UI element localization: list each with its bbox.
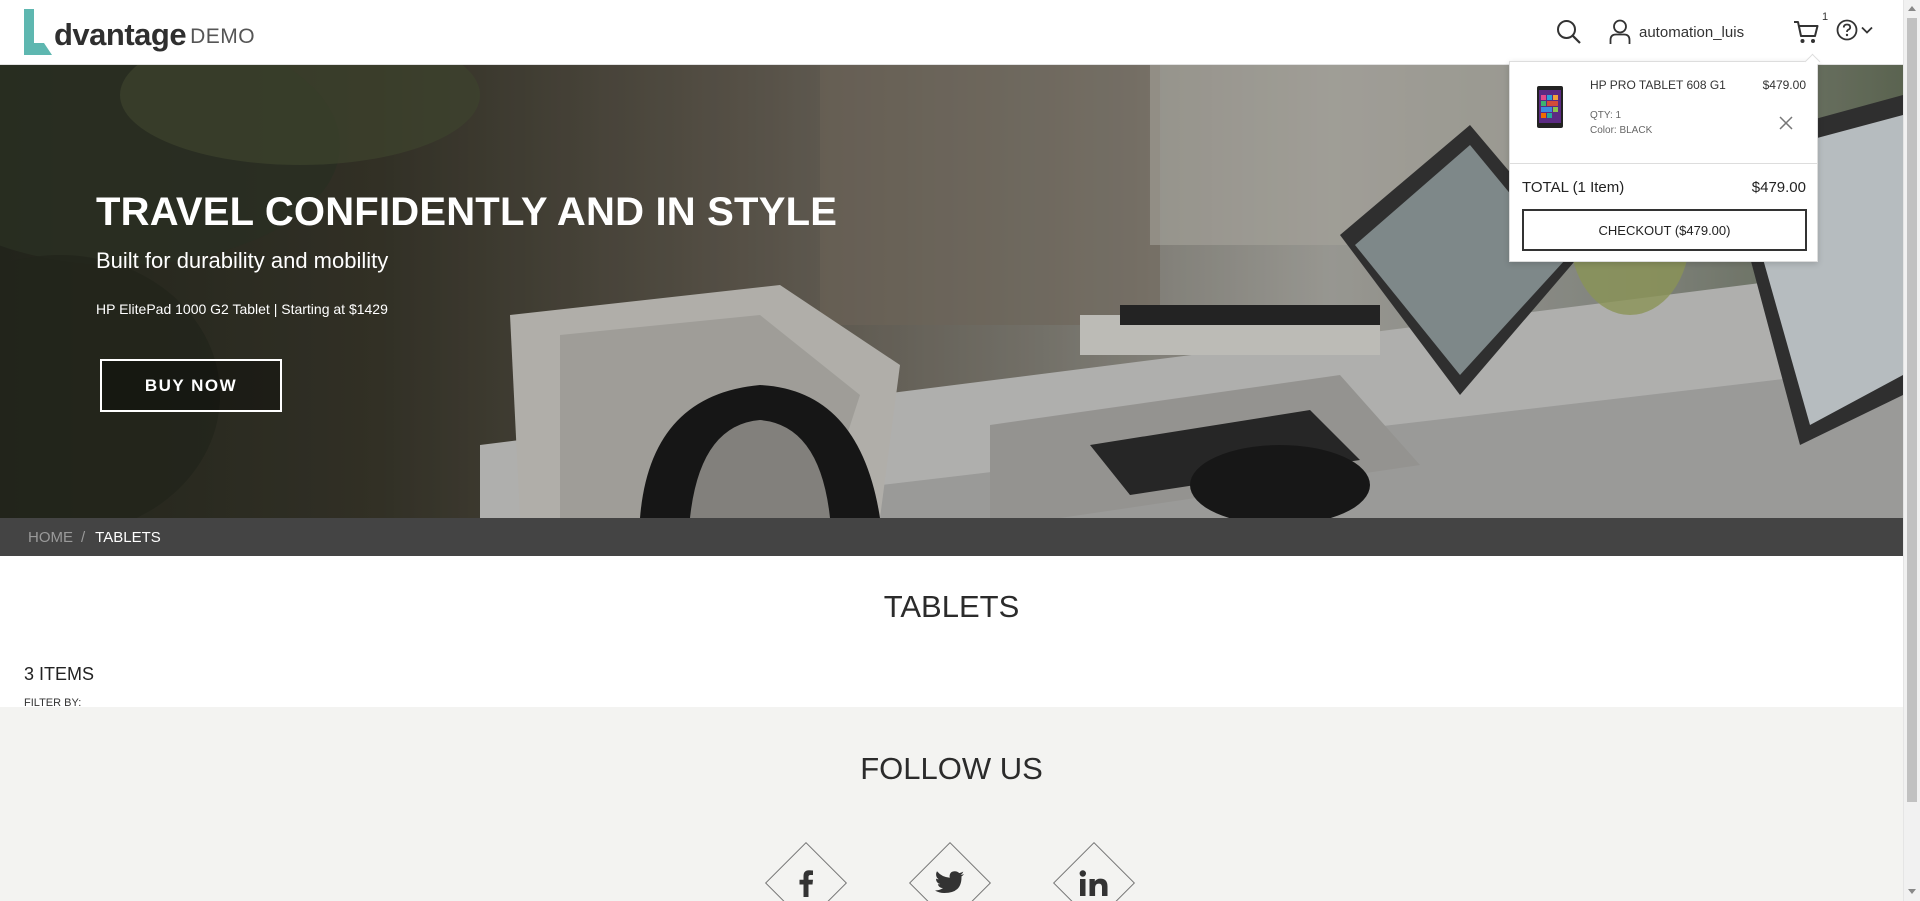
- cart-dropdown: HP PRO TABLET 608 G1 $479.00 QTY: 1 Colo…: [1509, 61, 1818, 262]
- user-icon: [1609, 19, 1631, 44]
- cart-item-color: Color: BLACK: [1590, 125, 1653, 136]
- logo-text: dvantage: [54, 17, 187, 52]
- scroll-up-arrow-icon[interactable]: [1908, 6, 1916, 11]
- search-icon: [1557, 20, 1581, 44]
- linkedin-icon: [1053, 842, 1135, 901]
- cart-total-value: $479.00: [1751, 179, 1806, 196]
- hero-subtitle: Built for durability and mobility: [96, 248, 389, 273]
- items-count: 3 ITEMS: [24, 664, 95, 684]
- cart-icon: [1794, 21, 1819, 43]
- breadcrumb-current: TABLETS: [95, 528, 161, 546]
- twitter-link[interactable]: [908, 841, 992, 901]
- search-button[interactable]: [1556, 19, 1582, 50]
- linkedin-link[interactable]: [1052, 841, 1136, 901]
- buy-now-button[interactable]: BUY NOW: [100, 359, 282, 412]
- scrollbar-thumb[interactable]: [1907, 18, 1917, 802]
- page-title: TABLETS: [883, 589, 1020, 624]
- remove-item-close-icon[interactable]: [1778, 115, 1794, 131]
- cart-item-qty: QTY: 1: [1590, 110, 1622, 121]
- twitter-icon: [909, 842, 991, 901]
- hero-title: TRAVEL CONFIDENTLY AND IN STYLE: [96, 190, 838, 234]
- chevron-down-icon: [1861, 26, 1873, 34]
- breadcrumb: HOME / TABLETS: [0, 518, 1903, 556]
- follow-us-title: FOLLOW US: [860, 751, 1043, 786]
- facebook-icon: [765, 842, 847, 901]
- cart-item-price: $479.00: [1762, 78, 1806, 92]
- user-name: automation_luis: [1639, 23, 1745, 41]
- cart-button[interactable]: [1793, 19, 1819, 50]
- footer: FOLLOW US: [0, 707, 1903, 901]
- tablet-product-image: [1537, 86, 1563, 128]
- logo[interactable]: dvantage DEMO: [22, 9, 255, 55]
- checkout-button[interactable]: CHECKOUT ($479.00): [1522, 209, 1807, 251]
- cart-item-name[interactable]: HP PRO TABLET 608 G1: [1590, 78, 1726, 92]
- facebook-link[interactable]: [764, 841, 848, 901]
- cart-count-badge: 1: [1822, 11, 1829, 23]
- help-icon: [1836, 19, 1858, 41]
- site-header: dvantage DEMO automation_luis 1: [0, 0, 1903, 65]
- breadcrumb-separator: /: [81, 528, 86, 546]
- hero-tagline: HP ElitePad 1000 G2 Tablet | Starting at…: [96, 301, 388, 317]
- logo-mark-icon: [24, 9, 52, 55]
- scroll-down-arrow-icon[interactable]: [1908, 889, 1916, 894]
- breadcrumb-home-link[interactable]: HOME: [28, 529, 73, 546]
- cart-total-label: TOTAL (1 Item): [1522, 179, 1625, 196]
- user-menu-button[interactable]: automation_luis: [1609, 19, 1744, 45]
- header-nav: automation_luis 1: [1503, 0, 1903, 65]
- help-menu-button[interactable]: [1836, 19, 1873, 41]
- cart-item[interactable]: HP PRO TABLET 608 G1 $479.00 QTY: 1 Colo…: [1510, 62, 1817, 164]
- page-scrollbar[interactable]: [1903, 0, 1920, 901]
- logo-demo-text: DEMO: [190, 25, 256, 48]
